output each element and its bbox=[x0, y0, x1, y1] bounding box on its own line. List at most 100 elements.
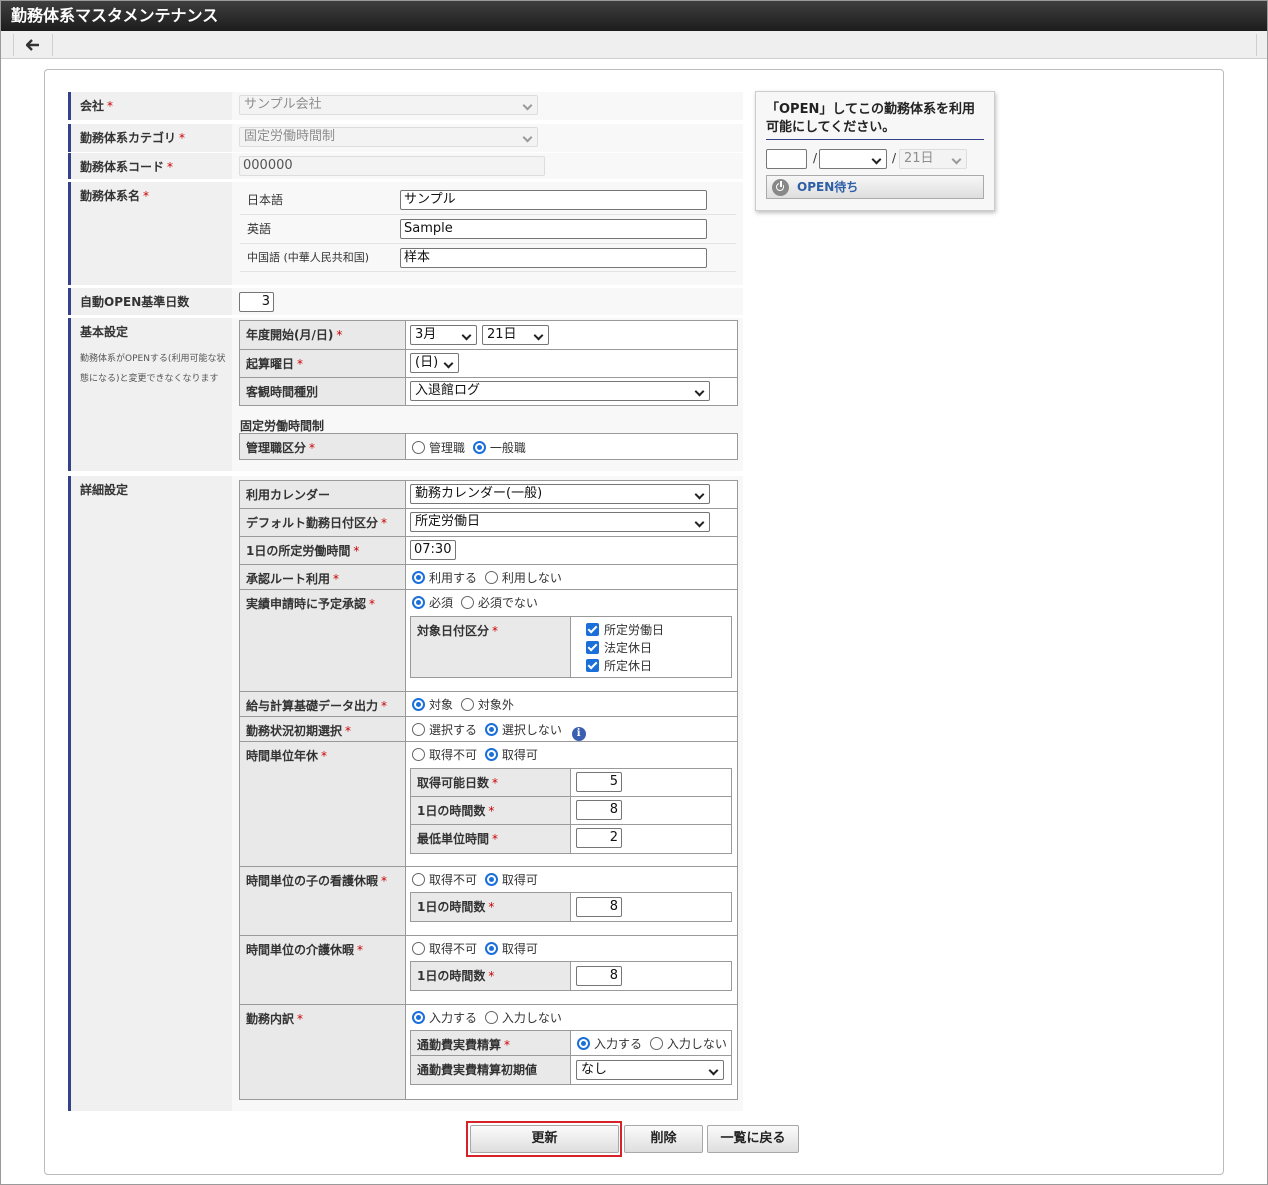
calendar-select[interactable]: 勤務カレンダー(一般) bbox=[410, 484, 710, 504]
commute-initial-select[interactable]: なし bbox=[576, 1060, 724, 1080]
auto-open-cell bbox=[232, 288, 743, 315]
back-button[interactable] bbox=[13, 34, 53, 56]
commute-label: 通勤費実費精算 * bbox=[411, 1031, 571, 1055]
breakdown-noinput-radio[interactable] bbox=[484, 1011, 498, 1024]
objective-time-select[interactable]: 入退館ログ bbox=[410, 381, 710, 401]
hourly-leave-available-radio[interactable] bbox=[484, 748, 498, 761]
manager-class-cell: 管理職 一般職 bbox=[406, 434, 737, 459]
commute-noinput-radio[interactable] bbox=[649, 1037, 663, 1050]
fiscal-month-select[interactable]: 3月 bbox=[410, 325, 477, 345]
open-month-select[interactable] bbox=[819, 149, 887, 169]
nursing-care-hours-input[interactable]: 8 bbox=[576, 966, 622, 986]
daily-hours-label: 1日の所定労働時間 * bbox=[240, 537, 406, 564]
payroll-output-label: 給与計算基礎データ出力 * bbox=[240, 692, 406, 716]
nursing-care-table: 1日の時間数 * bbox=[410, 961, 732, 991]
company-select[interactable]: サンプル会社 bbox=[239, 95, 538, 115]
approval-use-radio[interactable] bbox=[412, 571, 425, 584]
code-label: 勤務体系コード * bbox=[68, 153, 232, 179]
manager-class-row: 管理職区分 * 管理職 一般職 bbox=[240, 434, 737, 459]
general-radio[interactable] bbox=[472, 441, 486, 454]
target-days-row: 対象日付区分 * 所定労働日 法定休日 所定休日 bbox=[411, 617, 731, 677]
hourly-leave-table: 取得可能日数 * 1日の時間数 * 最低単位時間 * bbox=[410, 768, 732, 854]
hourly-leave-min-label: 最低単位時間 * bbox=[411, 825, 571, 853]
company-label: 会社 * bbox=[68, 92, 232, 120]
fiscal-day-select[interactable]: 21日 bbox=[482, 325, 549, 345]
open-day-select[interactable]: 21日 bbox=[899, 149, 967, 169]
child-care-label: 時間単位の子の看護休暇 * bbox=[240, 867, 406, 935]
pre-approval-required-radio[interactable] bbox=[412, 596, 425, 609]
hourly-leave-min-input[interactable]: 2 bbox=[576, 828, 622, 848]
target-regular-checkbox[interactable] bbox=[586, 623, 599, 636]
target-legal-holiday-checkbox[interactable] bbox=[586, 641, 599, 654]
chevron-down-icon bbox=[694, 517, 705, 528]
payroll-excluded-radio[interactable] bbox=[460, 698, 474, 711]
name-label: 勤務体系名 * bbox=[68, 182, 232, 285]
start-weekday-select[interactable]: (日) bbox=[410, 353, 459, 373]
status-select-radio[interactable] bbox=[412, 723, 425, 736]
name-lang-zh-label: 中国語 (中華人民共和国) bbox=[247, 251, 370, 264]
chevron-down-icon bbox=[951, 154, 962, 165]
target-company-holiday-checkbox[interactable] bbox=[586, 659, 599, 672]
open-pending-button[interactable]: OPEN待ち bbox=[766, 175, 984, 199]
approval-route-label: 承認ルート利用 * bbox=[240, 565, 406, 589]
breakdown-input-radio[interactable] bbox=[412, 1011, 425, 1024]
chevron-down-icon bbox=[694, 386, 705, 397]
hourly-leave-min-row: 最低単位時間 * bbox=[411, 825, 731, 853]
open-year-input[interactable] bbox=[766, 149, 807, 169]
approval-route-row: 承認ルート利用 * 利用する 利用しない bbox=[240, 565, 737, 590]
hourly-leave-days-row: 取得可能日数 * bbox=[411, 769, 731, 797]
delete-button[interactable]: 削除 bbox=[624, 1125, 703, 1153]
category-select[interactable]: 固定労働時間制 bbox=[239, 127, 538, 147]
auto-open-label: 自動OPEN基準日数 bbox=[68, 288, 232, 315]
payroll-output-cell: 対象 対象外 bbox=[406, 692, 737, 716]
status-initial-label: 勤務状況初期選択 * bbox=[240, 717, 406, 741]
hourly-leave-days-input[interactable]: 5 bbox=[576, 772, 622, 792]
code-input[interactable]: 000000 bbox=[239, 156, 545, 176]
arrow-left-icon bbox=[26, 39, 39, 51]
payroll-target-radio[interactable] bbox=[412, 698, 425, 711]
name-lang-ja-label: 日本語 bbox=[247, 193, 284, 207]
commute-input-radio[interactable] bbox=[577, 1037, 590, 1050]
commute-row: 通勤費実費精算 * 入力する 入力しない bbox=[411, 1031, 731, 1056]
nursing-care-hours-label: 1日の時間数 * bbox=[411, 962, 571, 990]
update-button[interactable]: 更新 bbox=[470, 1125, 619, 1153]
nursing-care-available-radio[interactable] bbox=[484, 942, 498, 955]
daily-hours-row: 1日の所定労働時間 * bbox=[240, 537, 737, 565]
nursing-care-unavailable-radio[interactable] bbox=[412, 942, 425, 955]
approval-nouse-radio[interactable] bbox=[484, 571, 498, 584]
name-lang-en-label: 英語 bbox=[247, 222, 272, 236]
name-en-input[interactable]: Sample bbox=[400, 219, 707, 239]
start-weekday-label: 起算曜日 * bbox=[240, 350, 406, 377]
status-noselect-radio[interactable] bbox=[484, 723, 498, 736]
manager-class-table: 管理職区分 * 管理職 一般職 bbox=[239, 433, 738, 460]
manager-radio[interactable] bbox=[412, 441, 425, 454]
calendar-label: 利用カレンダー bbox=[240, 481, 406, 508]
name-zh-input[interactable]: 样本 bbox=[400, 248, 707, 268]
child-care-available-radio[interactable] bbox=[484, 873, 498, 886]
child-care-table: 1日の時間数 * bbox=[410, 892, 732, 922]
auto-open-input[interactable]: 3 bbox=[239, 292, 274, 312]
name-ja-input[interactable]: サンプル bbox=[400, 190, 707, 210]
child-care-unavailable-radio[interactable] bbox=[412, 873, 425, 886]
default-day-type-select[interactable]: 所定労働日 bbox=[410, 512, 710, 532]
commute-initial-label: 通勤費実費精算初期値 bbox=[411, 1056, 571, 1084]
daily-hours-input[interactable]: 07:30 bbox=[410, 540, 456, 560]
chevron-down-icon bbox=[522, 132, 533, 143]
nursing-care-hours-row: 1日の時間数 * bbox=[411, 962, 731, 990]
back-to-list-button[interactable]: 一覧に戻る bbox=[707, 1125, 799, 1153]
basic-settings-note: 勤務体系がOPENする(利用可能な状態になる)と変更できなくなります bbox=[80, 354, 226, 384]
child-care-hours-input[interactable]: 8 bbox=[576, 897, 622, 917]
chevron-down-icon bbox=[533, 330, 544, 341]
chevron-down-icon bbox=[694, 489, 705, 500]
child-care-hours-label: 1日の時間数 * bbox=[411, 893, 571, 921]
child-care-hours-row: 1日の時間数 * bbox=[411, 893, 731, 921]
info-icon[interactable]: i bbox=[571, 727, 586, 741]
chevron-down-icon bbox=[443, 358, 454, 369]
hourly-leave-unavailable-radio[interactable] bbox=[412, 748, 425, 761]
approval-route-cell: 利用する 利用しない bbox=[406, 565, 737, 589]
pre-approval-optional-radio[interactable] bbox=[460, 596, 474, 609]
target-days-table: 対象日付区分 * 所定労働日 法定休日 所定休日 bbox=[410, 616, 732, 678]
nursing-care-label: 時間単位の介護休暇 * bbox=[240, 936, 406, 1004]
hourly-leave-hours-input[interactable]: 8 bbox=[576, 800, 622, 820]
basic-settings-label: 基本設定 bbox=[68, 318, 232, 471]
